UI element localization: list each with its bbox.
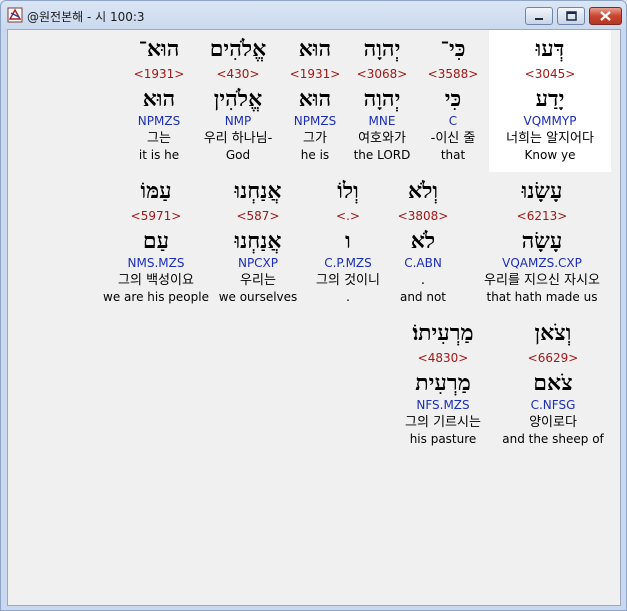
korean-gloss: 양이로다 — [529, 415, 577, 430]
morphology-code: NMS.MZS — [127, 256, 185, 270]
morphology-code: VQMMYP — [523, 114, 577, 128]
hebrew-word: מַרְעִיתוֹ׃ — [412, 320, 474, 346]
english-gloss: his pasture — [409, 432, 477, 446]
english-gloss: Know ye — [524, 148, 576, 162]
lemma-word: לֹא — [410, 228, 436, 254]
korean-gloss: 너희는 알지어다 — [506, 131, 594, 146]
lemma-word: הוּא — [142, 86, 176, 112]
morphology-code: NPCXP — [237, 256, 279, 270]
korean-gloss: 그의 기르시는 — [405, 415, 481, 430]
minimize-button[interactable] — [525, 7, 553, 25]
hebrew-word: וְלוֹ — [337, 178, 359, 204]
strong-number: <1931> — [133, 67, 185, 81]
word-cell[interactable]: עַמּוֹ <5971> עַם NMS.MZS 그의 백성이요 we are… — [100, 180, 212, 305]
lemma-word: ו — [345, 228, 351, 254]
word-cell[interactable]: עָשָׂנוּ <6213> עָשָׂה VQAMZS.CXP 우리를 지으… — [472, 180, 612, 305]
strong-number: <4830> — [417, 351, 469, 365]
close-icon — [600, 11, 611, 21]
strong-number: <5971> — [130, 209, 182, 223]
lemma-word: אֲנַחְנוּ — [234, 228, 282, 254]
close-button[interactable] — [589, 7, 622, 25]
hebrew-word: עָשָׂנוּ — [521, 178, 563, 204]
english-gloss: and not — [399, 290, 447, 304]
hebrew-word: אֲנַחְנוּ — [234, 178, 282, 204]
maximize-icon — [566, 11, 577, 21]
korean-gloss: 그의 백성이요 — [118, 273, 194, 288]
strong-number: <.> — [336, 209, 360, 223]
lemma-word: עָשָׂה — [521, 228, 563, 254]
hebrew-word: עַמּוֹ — [140, 178, 172, 204]
morphology-code: VQAMZS.CXP — [502, 256, 582, 270]
morphology-code: C.NFSG — [530, 398, 576, 412]
title-bar[interactable]: @원전본해 - 시 100:3 — [1, 1, 626, 31]
strong-number: <587> — [236, 209, 280, 223]
word-cell[interactable]: דְּעוּ <3045> יָדַע VQMMYP 너희는 알지어다 Know… — [500, 38, 600, 163]
hebrew-word: דְּעוּ — [535, 36, 565, 62]
minimize-icon — [535, 18, 543, 20]
maximize-button[interactable] — [557, 7, 585, 25]
word-cell[interactable]: הוּא־ <1931> הוּא NPMZS 그는 it is he — [109, 38, 209, 163]
interlinear-view[interactable]: דְּעוּ <3045> יָדַע VQMMYP 너희는 알지어다 Know… — [7, 29, 621, 606]
strong-number: <6629> — [527, 351, 579, 365]
window-title: @원전본해 - 시 100:3 — [27, 10, 145, 24]
korean-gloss: 그는 — [147, 131, 171, 146]
english-gloss: we are his people — [103, 290, 209, 304]
korean-gloss: 우리는 — [240, 273, 276, 288]
english-gloss: it is he — [138, 148, 180, 162]
app-icon — [7, 7, 23, 23]
app-window: @원전본해 - 시 100:3 דְּעוּ <3045> יָדַע VQMM… — [0, 0, 627, 611]
english-gloss: and the sheep of — [502, 432, 604, 446]
word-cell[interactable]: וְלֹא <3808> לֹא C.ABN . and not — [383, 180, 463, 305]
morphology-code: C.P.MZS — [324, 256, 372, 270]
lemma-word: יָדַע — [535, 86, 565, 112]
hebrew-word: וְצֹאן — [534, 320, 572, 346]
strong-number: <3045> — [524, 67, 576, 81]
korean-gloss: 우리를 지으신 자시오 — [484, 273, 600, 288]
hebrew-word: וְלֹא — [407, 178, 439, 204]
lemma-word: צֹאם — [533, 370, 573, 396]
korean-gloss: 그의 것이니 — [316, 273, 380, 288]
strong-number: <3808> — [397, 209, 449, 223]
morphology-code: NFS.MZS — [416, 398, 470, 412]
lemma-word: מַרְעִית — [415, 370, 471, 396]
word-cell[interactable]: מַרְעִיתוֹ׃ <4830> מַרְעִית NFS.MZS 그의 기… — [393, 322, 493, 447]
word-cell[interactable]: אֲנַחְנוּ <587> אֲנַחְנוּ NPCXP 우리는 we o… — [208, 180, 308, 305]
english-gloss: that hath made us — [486, 290, 598, 304]
lemma-word: עַם — [142, 228, 170, 254]
morphology-code: C.ABN — [404, 256, 442, 270]
hebrew-word: הוּא־ — [138, 36, 180, 62]
word-cell[interactable]: וְצֹאן <6629> צֹאם C.NFSG 양이로다 and the s… — [498, 322, 608, 447]
strong-number: <6213> — [516, 209, 568, 223]
morphology-code: NPMZS — [137, 114, 181, 128]
word-cell[interactable]: וְלוֹ <.> ו C.P.MZS 그의 것이니 . — [303, 180, 393, 305]
korean-gloss: . — [420, 273, 426, 288]
english-gloss: we ourselves — [218, 290, 298, 304]
english-gloss: . — [346, 290, 350, 304]
